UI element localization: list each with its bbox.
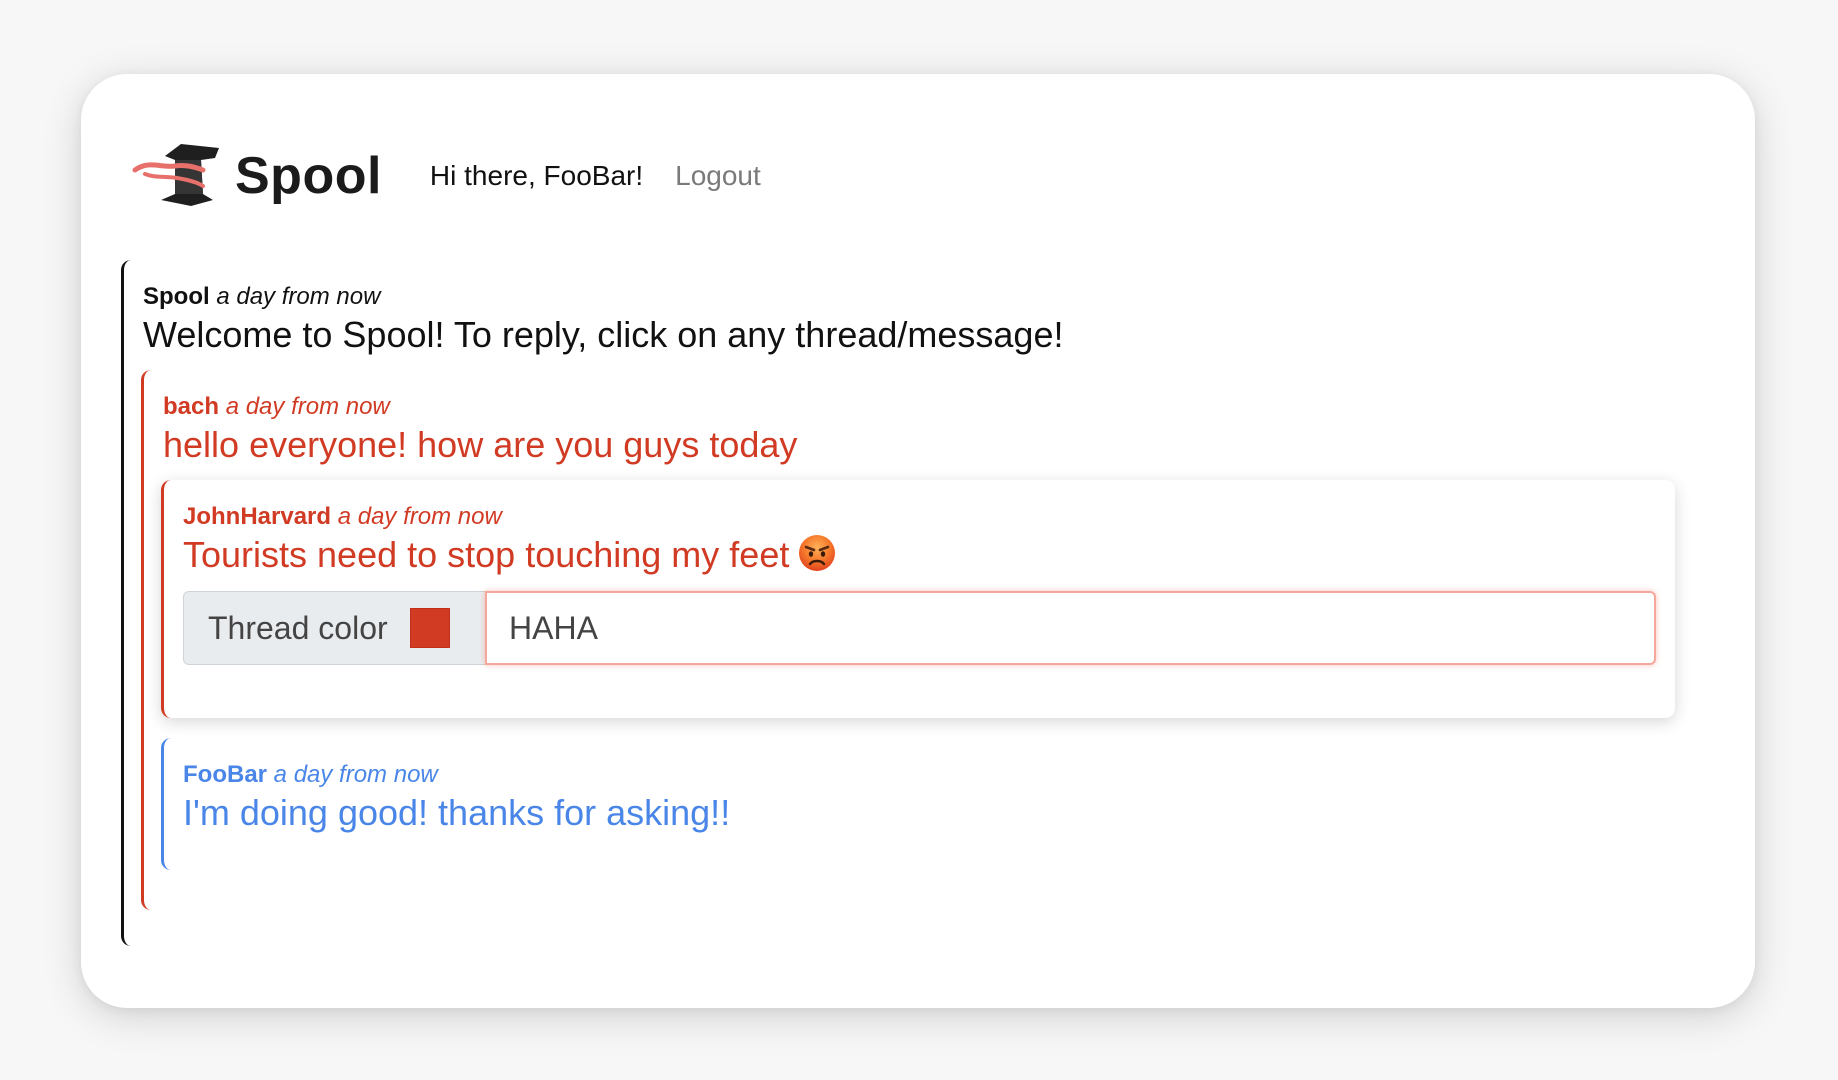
thread-meta: JohnHarvard a day from now — [183, 503, 837, 531]
thread-author: Spool — [143, 283, 210, 310]
thread-author: FooBar — [183, 761, 267, 788]
spool-hat-logo-icon — [132, 144, 219, 206]
thread-author: JohnHarvard — [183, 503, 332, 530]
thread-time: a day from now — [225, 393, 390, 420]
thread-time: a day from now — [273, 761, 438, 788]
thread-time: a day from now — [337, 503, 502, 530]
thread-meta: Spool a day from now — [143, 283, 1063, 311]
thread-color-label: Thread color — [208, 609, 388, 646]
reply-input[interactable] — [485, 591, 1656, 665]
greeting-text: Hi there, FooBar! — [429, 160, 644, 191]
thread-message: Tourists need to stop touching my feet — [183, 534, 790, 575]
angry-face-icon — [799, 535, 836, 571]
thread-meta: FooBar a day from now — [183, 761, 730, 789]
thread-content: JohnHarvard a day from now Tourists need… — [183, 503, 837, 577]
brand-name: Spool — [235, 147, 382, 205]
thread-content: bach a day from now hello everyone! how … — [163, 393, 797, 467]
header: Spool Hi there, FooBar! Logout — [131, 136, 761, 216]
thread-author: bach — [163, 393, 220, 420]
logout-link[interactable]: Logout — [675, 160, 761, 192]
thread-foobar[interactable]: FooBar a day from now I'm doing good! th… — [161, 738, 1675, 870]
thread-message: hello everyone! how are you guys today — [163, 424, 798, 465]
thread-color-picker[interactable]: Thread color — [183, 591, 485, 665]
thread-content: FooBar a day from now I'm doing good! th… — [183, 761, 730, 835]
app-window: Spool Hi there, FooBar! Logout Spool a d… — [81, 74, 1755, 1008]
thread-meta: bach a day from now — [163, 393, 797, 421]
thread-message-row: Tourists need to stop touching my feet — [183, 533, 837, 577]
thread-content: Spool a day from now Welcome to Spool! T… — [143, 283, 1063, 357]
thread-message: I'm doing good! thanks for asking!! — [183, 792, 731, 833]
reply-bar: Thread color — [183, 591, 1656, 665]
thread-color-swatch[interactable] — [409, 608, 450, 648]
thread-johnharvard[interactable]: JohnHarvard a day from now Tourists need… — [161, 480, 1675, 718]
thread-message: Welcome to Spool! To reply, click on any… — [143, 314, 1064, 355]
thread-time: a day from now — [216, 283, 381, 310]
